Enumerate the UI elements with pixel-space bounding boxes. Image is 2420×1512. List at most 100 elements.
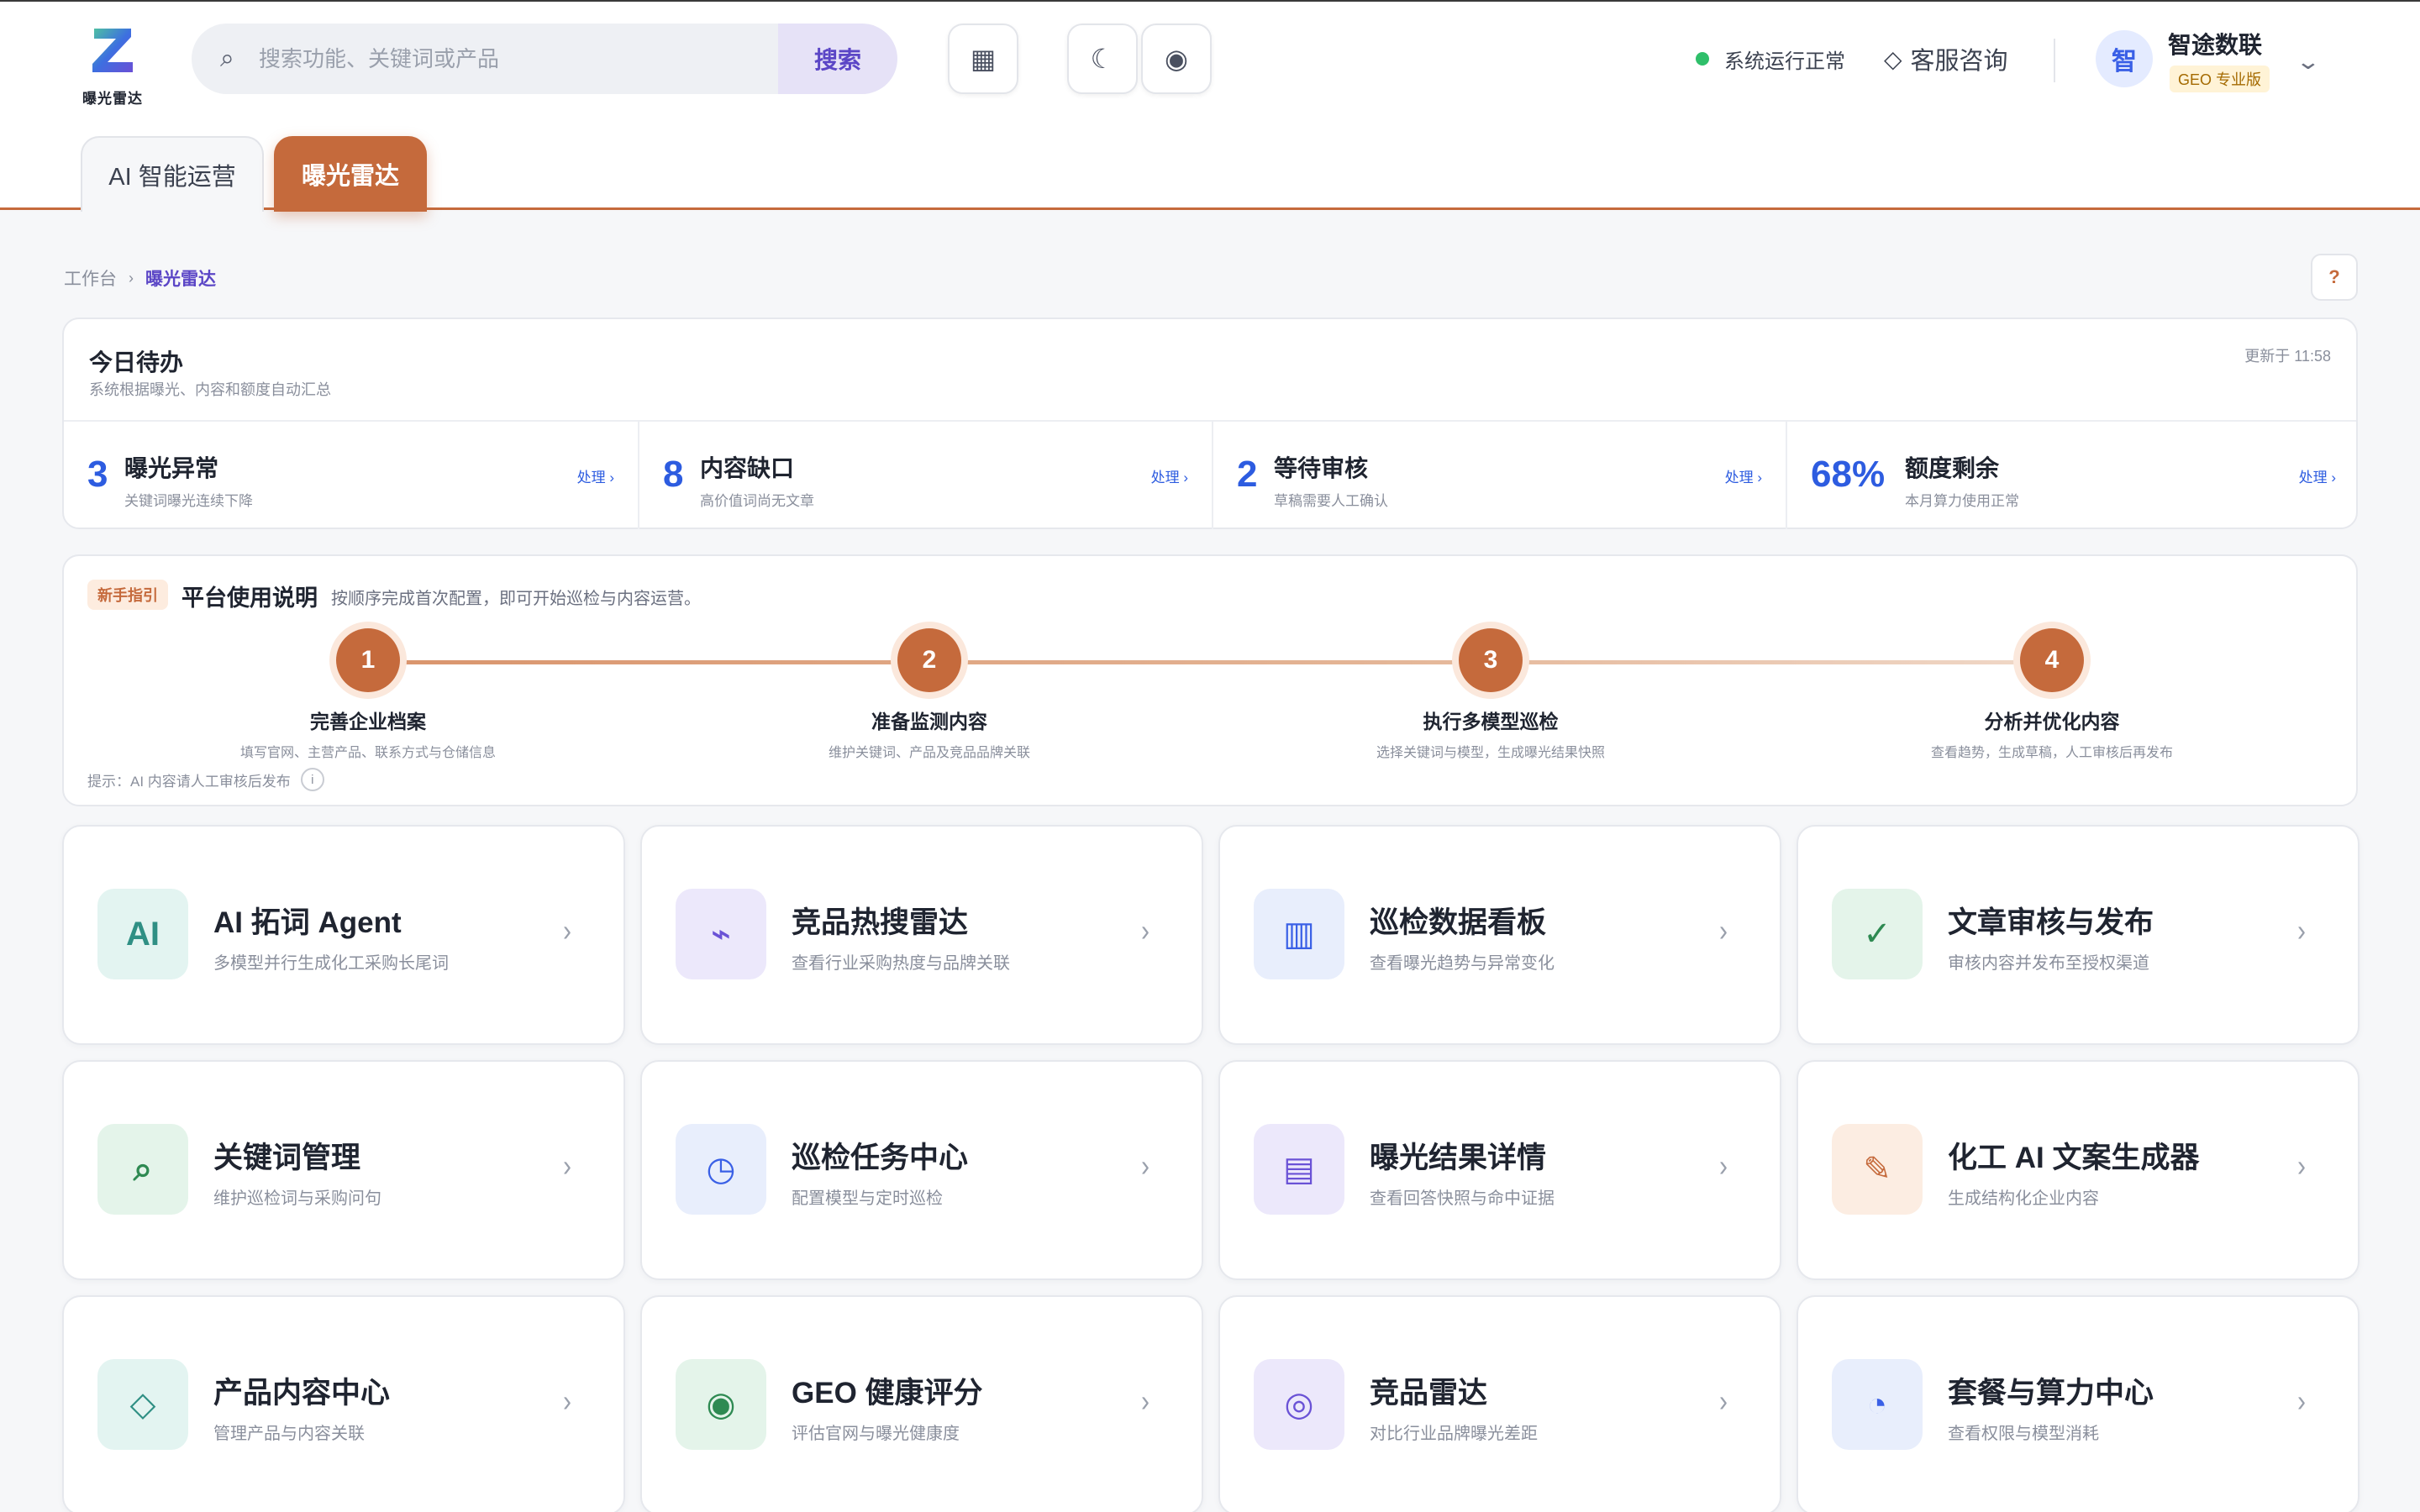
feature-card-inspection-dashboard[interactable]: ▥ 巡检数据看板查看曝光趋势与异常变化 › <box>1218 825 1781 1045</box>
feature-desc: 对比行业品牌曝光差距 <box>1370 1425 1538 1443</box>
guide-progress-line <box>368 660 2054 664</box>
step-desc: 查看趋势，生成草稿，人工审核后再发布 <box>1930 746 2173 760</box>
metric-desc: 高价值词尚无文章 <box>700 493 814 509</box>
search-button[interactable]: 搜索 <box>778 24 897 94</box>
feature-desc: 管理产品与内容关联 <box>213 1425 365 1443</box>
metric-exposure-anomaly: 3 曝光异常 关键词曝光连续下降 处理 › <box>64 422 638 529</box>
plan-badge: GEO 专业版 <box>2170 66 2270 92</box>
search-input[interactable] <box>259 37 729 81</box>
metric-label: 等待审核 <box>1274 455 1369 481</box>
feature-desc: 查看曝光趋势与异常变化 <box>1370 954 1555 973</box>
chevron-down-icon[interactable]: ⌄ <box>2296 49 2322 75</box>
check-icon: ✓ <box>1832 889 1923 979</box>
search-icon: ⌕ <box>220 45 234 72</box>
feature-title: 产品内容中心 <box>213 1377 391 1410</box>
record-icon: ◉ <box>1165 44 1188 74</box>
support-link[interactable]: ◇ 客服咨询 <box>1884 42 2008 76</box>
status-dot-icon <box>1696 52 1709 66</box>
todo-subtitle: 系统根据曝光、内容和额度自动汇总 <box>89 381 331 398</box>
metric-action-link[interactable]: 处理 › <box>1151 465 1188 486</box>
feature-title: 曝光结果详情 <box>1370 1142 1547 1174</box>
chevron-right-icon: › <box>2297 1149 2306 1184</box>
step-title: 完善企业档案 <box>310 711 426 732</box>
feature-card-keyword-management[interactable]: ⌕ 关键词管理 维护巡检词与采购问句 › <box>62 1060 625 1280</box>
header-divider <box>2054 39 2055 82</box>
step-number: 1 <box>336 628 400 692</box>
step-number: 2 <box>897 628 961 692</box>
avatar[interactable]: 智 <box>2096 30 2153 87</box>
step-desc: 维护关键词、产品及竞品品牌关联 <box>828 746 1030 760</box>
org-name[interactable]: 智途数联 <box>2168 27 2262 60</box>
chevron-right-icon: › <box>2297 914 2306 948</box>
feature-card-plan-compute-center[interactable]: ◔ 套餐与算力中心 查看权限与模型消耗 › <box>1797 1295 2360 1512</box>
metric-value: 2 <box>1237 454 1258 495</box>
tab-ai-operations[interactable]: AI 智能运营 <box>81 136 264 212</box>
feature-card-article-review-publish[interactable]: ✓ 文章审核与发布审核内容并发布至授权渠道 › <box>1797 825 2360 1045</box>
feature-card-ai-keyword-agent[interactable]: AI AI 拓词 Agent 多模型并行生成化工采购长尾词 › <box>62 825 625 1045</box>
record-button[interactable]: ◉ <box>1141 24 1212 94</box>
metric-value: 8 <box>663 454 684 495</box>
feature-title: 关键词管理 <box>213 1142 361 1174</box>
search-icon: ⌕ <box>97 1124 188 1215</box>
guide-step-1[interactable]: 1 完善企业档案 填写官网、主营产品、联系方式与仓储信息 <box>175 628 561 761</box>
tab-exposure-radar[interactable]: 曝光雷达 <box>274 136 427 212</box>
feature-title: 化工 AI 文案生成器 <box>1948 1142 2200 1174</box>
chevron-right-icon: › <box>563 1149 571 1184</box>
diamond-icon: ◇ <box>97 1359 188 1450</box>
feature-card-competitor-radar[interactable]: ◎ 竞品雷达 对比行业品牌曝光差距 › <box>1218 1295 1781 1512</box>
metric-pending-review: 2 等待审核 草稿需要人工确认 处理 › <box>1212 422 1786 529</box>
guide-step-2[interactable]: 2 准备监测内容 维护关键词、产品及竞品品牌关联 <box>736 628 1123 761</box>
feature-card-inspection-task-center[interactable]: ◷ 巡检任务中心 配置模型与定时巡检 › <box>640 1060 1203 1280</box>
step-title: 准备监测内容 <box>871 711 987 732</box>
info-icon[interactable]: i <box>300 768 324 791</box>
todo-updated-time: 更新于 11:58 <box>2244 348 2331 365</box>
bar-chart-icon: ▥ <box>1254 889 1344 979</box>
chevron-right-icon: › <box>1719 1149 1728 1184</box>
feature-card-product-content-center[interactable]: ◇ 产品内容中心 管理产品与内容关联 › <box>62 1295 625 1512</box>
feature-card-exposure-result-details[interactable]: ▤ 曝光结果详情 查看回答快照与命中证据 › <box>1218 1060 1781 1280</box>
metric-action-link[interactable]: 处理 › <box>1725 465 1762 486</box>
guide-step-4[interactable]: 4 分析并优化内容 查看趋势，生成草稿，人工审核后再发布 <box>1859 628 2245 761</box>
metric-value: 68% <box>1811 454 1886 495</box>
tip-text: 提示：AI 内容请人工审核后发布 <box>87 773 291 790</box>
feature-card-chemical-ai-copy-generator[interactable]: ✎ 化工 AI 文案生成器 生成结构化企业内容 › <box>1797 1060 2360 1280</box>
pie-chart-icon: ◔ <box>1832 1359 1923 1450</box>
help-button[interactable]: ? <box>2311 254 2358 301</box>
breadcrumb-current: 曝光雷达 <box>145 270 216 289</box>
metric-label: 内容缺口 <box>700 455 795 481</box>
chevron-right-icon: › <box>2297 1384 2306 1419</box>
app-logo[interactable]: 曝光雷达 <box>81 20 145 108</box>
step-desc: 填写官网、主营产品、联系方式与仓储信息 <box>239 746 496 760</box>
feature-card-geo-health-score[interactable]: ◉ GEO 健康评分 评估官网与曝光健康度 › <box>640 1295 1203 1512</box>
metric-label: 额度剩余 <box>1905 455 2000 481</box>
step-number: 3 <box>1459 628 1523 692</box>
record-icon: ◉ <box>676 1359 766 1450</box>
theme-toggle-button[interactable]: ☾ <box>1067 24 1138 94</box>
target-icon: ◎ <box>1254 1359 1344 1450</box>
logo-z-icon <box>92 29 133 72</box>
chevron-right-icon: › <box>1719 1384 1728 1419</box>
metric-action-link[interactable]: 处理 › <box>2299 465 2336 486</box>
feature-desc: 审核内容并发布至授权渠道 <box>1948 954 2149 973</box>
breadcrumb: 工作台 › 曝光雷达 <box>64 265 216 291</box>
feature-title: 文章审核与发布 <box>1948 906 2154 939</box>
grid-view-button[interactable]: ▦ <box>948 24 1018 94</box>
guide-step-3[interactable]: 3 执行多模型巡检 选择关键词与模型，生成曝光结果快照 <box>1297 628 1684 761</box>
today-todo-card: 今日待办 系统根据曝光、内容和额度自动汇总 更新于 11:58 3 曝光异常 关… <box>62 318 2358 529</box>
metric-content-gap: 8 内容缺口 高价值词尚无文章 处理 › <box>638 422 1212 529</box>
chevron-right-icon: › <box>1719 914 1728 948</box>
todo-title: 今日待办 <box>89 349 184 375</box>
chevron-right-icon: › <box>1141 1149 1150 1184</box>
breadcrumb-root[interactable]: 工作台 <box>64 265 117 291</box>
metric-value: 3 <box>87 454 108 495</box>
system-status: 系统运行正常 <box>1696 45 1845 73</box>
feature-title: 竞品热搜雷达 <box>792 906 969 939</box>
step-title: 分析并优化内容 <box>1984 711 2120 732</box>
feature-card-competitor-hot-search-radar[interactable]: ⌁ 竞品热搜雷达 查看行业采购热度与品牌关联 › <box>640 825 1203 1045</box>
step-desc: 选择关键词与模型，生成曝光结果快照 <box>1376 746 1605 760</box>
moon-icon: ☾ <box>1090 44 1115 74</box>
search-bar: ⌕ 搜索 <box>192 24 897 94</box>
ai-icon: AI <box>97 889 188 979</box>
feature-title: 巡检数据看板 <box>1370 906 1547 939</box>
metric-action-link[interactable]: 处理 › <box>577 465 614 486</box>
